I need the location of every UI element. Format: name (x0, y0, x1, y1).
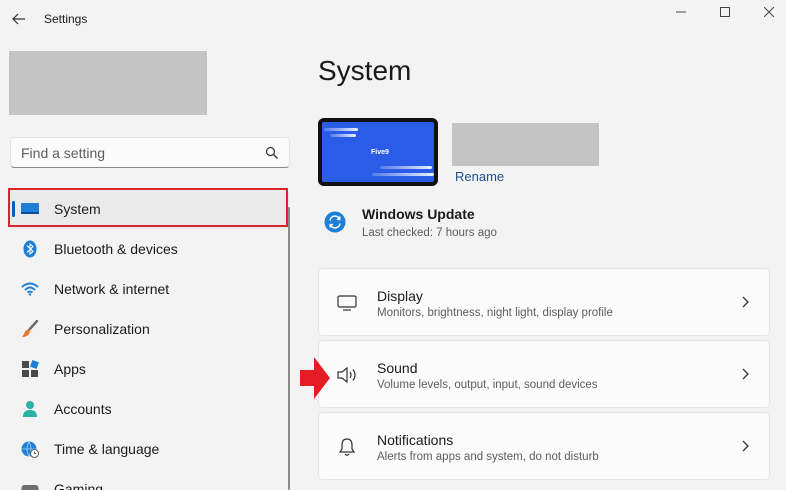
notifications-card[interactable]: Notifications Alerts from apps and syste… (318, 412, 770, 480)
page-title: System (318, 55, 412, 86)
maximize-button[interactable] (708, 2, 742, 22)
sidebar-item-label: Personalization (54, 321, 150, 337)
card-title: Display (377, 288, 423, 304)
sidebar-item-label: Apps (54, 361, 86, 377)
sidebar-item-label: Gaming (54, 481, 104, 490)
sidebar-item-label: Network & internet (54, 281, 170, 297)
windows-update-icon[interactable] (324, 211, 346, 233)
sidebar-item-label: Accounts (54, 401, 112, 417)
back-button[interactable] (8, 8, 30, 30)
close-icon (764, 7, 774, 17)
sidebar-item-accounts[interactable]: Accounts (9, 389, 289, 429)
card-subtitle: Volume levels, output, input, sound devi… (377, 379, 598, 391)
account-icon (21, 400, 39, 418)
gaming-icon (21, 480, 39, 490)
sound-card[interactable]: Sound Volume levels, output, input, soun… (318, 340, 770, 408)
display-card[interactable]: Display Monitors, brightness, night ligh… (318, 268, 770, 336)
rename-link[interactable]: Rename (455, 169, 504, 184)
sidebar-item-bluetooth[interactable]: Bluetooth & devices (9, 229, 289, 269)
globe-clock-icon (21, 440, 39, 458)
selection-indicator (12, 201, 15, 217)
wallpaper-streak (324, 128, 358, 131)
maximize-icon (720, 7, 730, 17)
user-profile-placeholder[interactable] (9, 51, 207, 115)
card-subtitle: Monitors, brightness, night light, displ… (377, 307, 613, 319)
bluetooth-icon (21, 240, 39, 258)
sidebar-scrollbar[interactable] (288, 207, 290, 490)
sidebar-item-personalization[interactable]: Personalization (9, 309, 289, 349)
wallpaper-streak (380, 166, 432, 169)
sidebar-item-time-language[interactable]: Time & language (9, 429, 289, 469)
sidebar-item-network[interactable]: Network & internet (9, 269, 289, 309)
wallpaper-logo: Five9 (371, 149, 389, 156)
wallpaper-streak (372, 173, 434, 176)
back-arrow-icon (12, 13, 25, 25)
device-thumbnail: Five9 (318, 118, 438, 186)
device-name-placeholder (452, 123, 599, 166)
search-icon[interactable] (265, 146, 279, 160)
wallpaper-streak (330, 134, 356, 137)
monitor-icon (336, 292, 358, 314)
sidebar-item-gaming[interactable]: Gaming (9, 469, 289, 490)
windows-update-title[interactable]: Windows Update (362, 206, 475, 222)
apps-icon (21, 360, 39, 378)
close-button[interactable] (752, 2, 786, 22)
card-subtitle: Alerts from apps and system, do not dist… (377, 451, 599, 463)
bell-icon (336, 436, 358, 458)
card-title: Sound (377, 360, 418, 376)
wifi-icon (21, 280, 39, 298)
chevron-right-icon (742, 440, 749, 452)
app-title: Settings (44, 12, 88, 26)
chevron-right-icon (742, 368, 749, 380)
desktop-wallpaper-preview: Five9 (322, 122, 434, 182)
sidebar-item-label: Time & language (54, 441, 160, 457)
sidebar-item-system[interactable]: System (9, 189, 289, 229)
minimize-icon (676, 11, 686, 13)
windows-update-status: Last checked: 7 hours ago (362, 227, 497, 239)
title-bar: Settings (0, 0, 786, 40)
sidebar-item-apps[interactable]: Apps (9, 349, 289, 389)
sidebar-item-label: System (54, 201, 101, 217)
search-box[interactable] (10, 137, 290, 168)
red-pointer-arrow-icon (300, 357, 330, 399)
card-title: Notifications (377, 432, 454, 448)
system-icon (21, 200, 39, 218)
sidebar-item-label: Bluetooth & devices (54, 241, 178, 257)
chevron-right-icon (742, 296, 749, 308)
brush-icon (21, 320, 39, 338)
sidebar-nav: System Bluetooth & devices Network & int… (9, 189, 289, 490)
search-input[interactable] (21, 145, 251, 161)
speaker-icon (336, 364, 358, 386)
minimize-button[interactable] (664, 2, 698, 22)
